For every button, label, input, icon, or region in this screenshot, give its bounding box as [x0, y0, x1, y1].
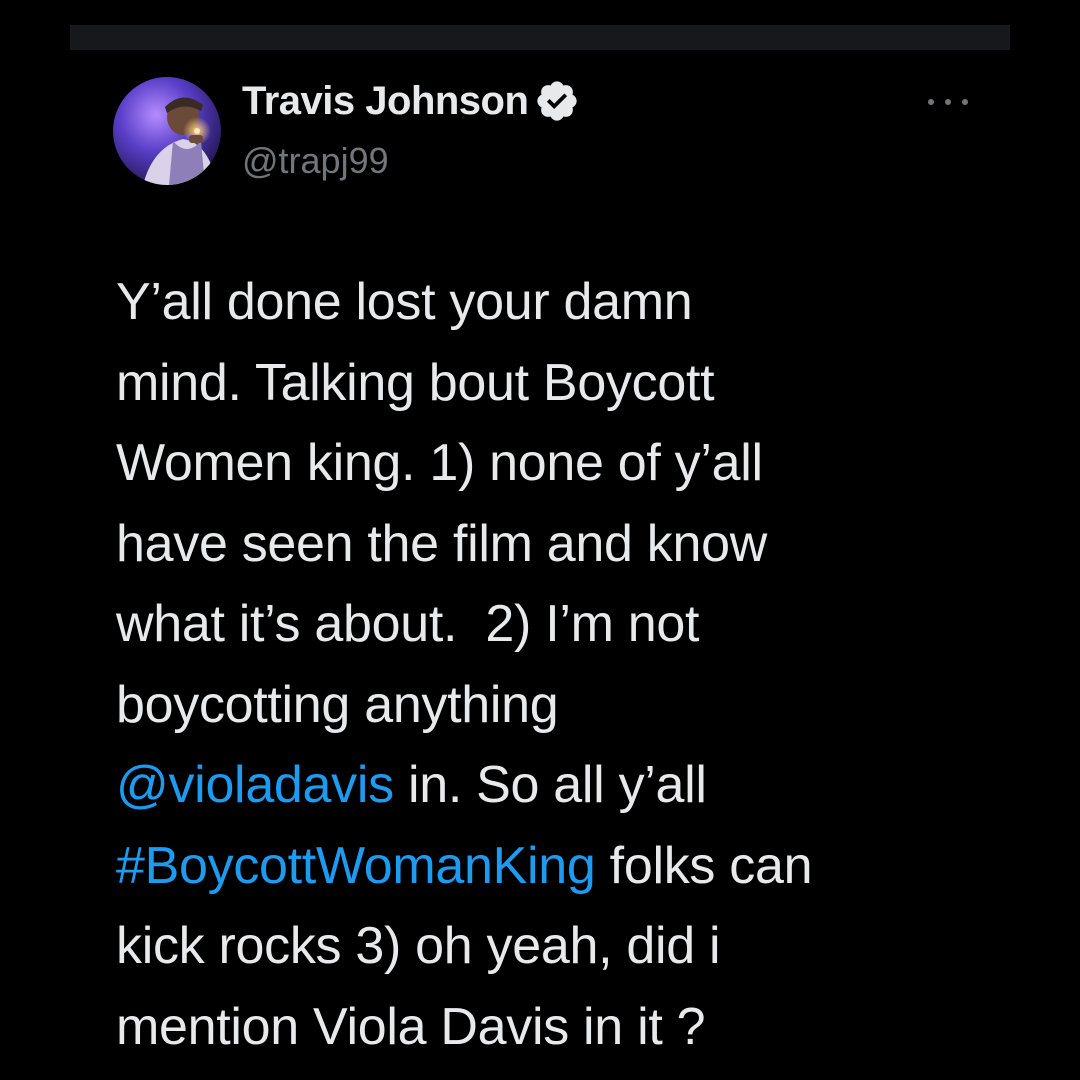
tweet-line: kick rocks 3) oh yeah, did i	[116, 906, 1016, 987]
more-horizontal-icon[interactable]	[928, 90, 968, 114]
more-dot	[945, 99, 951, 105]
tweet-line: Y’all done lost your damn	[116, 262, 1016, 343]
avatar-image	[113, 77, 221, 185]
author-handle[interactable]: @trapj99	[242, 140, 389, 182]
tweet-text-segment: have seen the film and know	[116, 514, 767, 573]
hashtag-link[interactable]: #BoycottWomanKing	[116, 837, 596, 895]
more-dot	[928, 99, 934, 105]
tweet-text-segment: mention Viola Davis in it ?	[116, 997, 706, 1056]
tweet-line: have seen the film and know	[116, 504, 1016, 585]
tweet-line: Women king. 1) none of y’all	[116, 423, 1016, 504]
tweet-text-segment: in. So all y’all	[393, 756, 707, 814]
tweet-text: Y’all done lost your damn mind. Talking …	[116, 262, 1016, 1067]
mention-link[interactable]: @violadavis	[116, 756, 394, 814]
top-bar	[70, 25, 1010, 50]
author-name-row[interactable]: Travis Johnson	[242, 78, 580, 124]
verified-badge-icon	[534, 78, 580, 124]
tweet-line: mention Viola Davis in it ?	[116, 987, 1016, 1068]
tweet-text-segment: kick rocks 3) oh yeah, did i	[116, 917, 721, 975]
avatar[interactable]	[113, 77, 221, 185]
tweet-text-segment: boycotting anything	[116, 675, 559, 734]
tweet-text-segment: Y’all done lost your damn	[116, 273, 693, 331]
more-dot	[962, 99, 968, 105]
tweet-line: what it’s about. 2) I’m not	[116, 584, 1016, 665]
tweet-text-segment: folks can	[595, 836, 813, 895]
tweet-text-segment: mind. Talking bout Boycott	[116, 353, 715, 412]
tweet-line: #BoycottWomanKing folks can	[116, 826, 1016, 907]
tweet-text-segment: Women king. 1) none of y’all	[116, 434, 763, 492]
tweet-line: mind. Talking bout Boycott	[116, 343, 1016, 424]
tweet-line: @violadavis in. So all y’all	[116, 745, 1016, 826]
author-display-name[interactable]: Travis Johnson	[242, 79, 529, 124]
tweet-text-segment: what it’s about. 2) I’m not	[116, 595, 700, 653]
tweet-line: boycotting anything	[116, 665, 1016, 746]
